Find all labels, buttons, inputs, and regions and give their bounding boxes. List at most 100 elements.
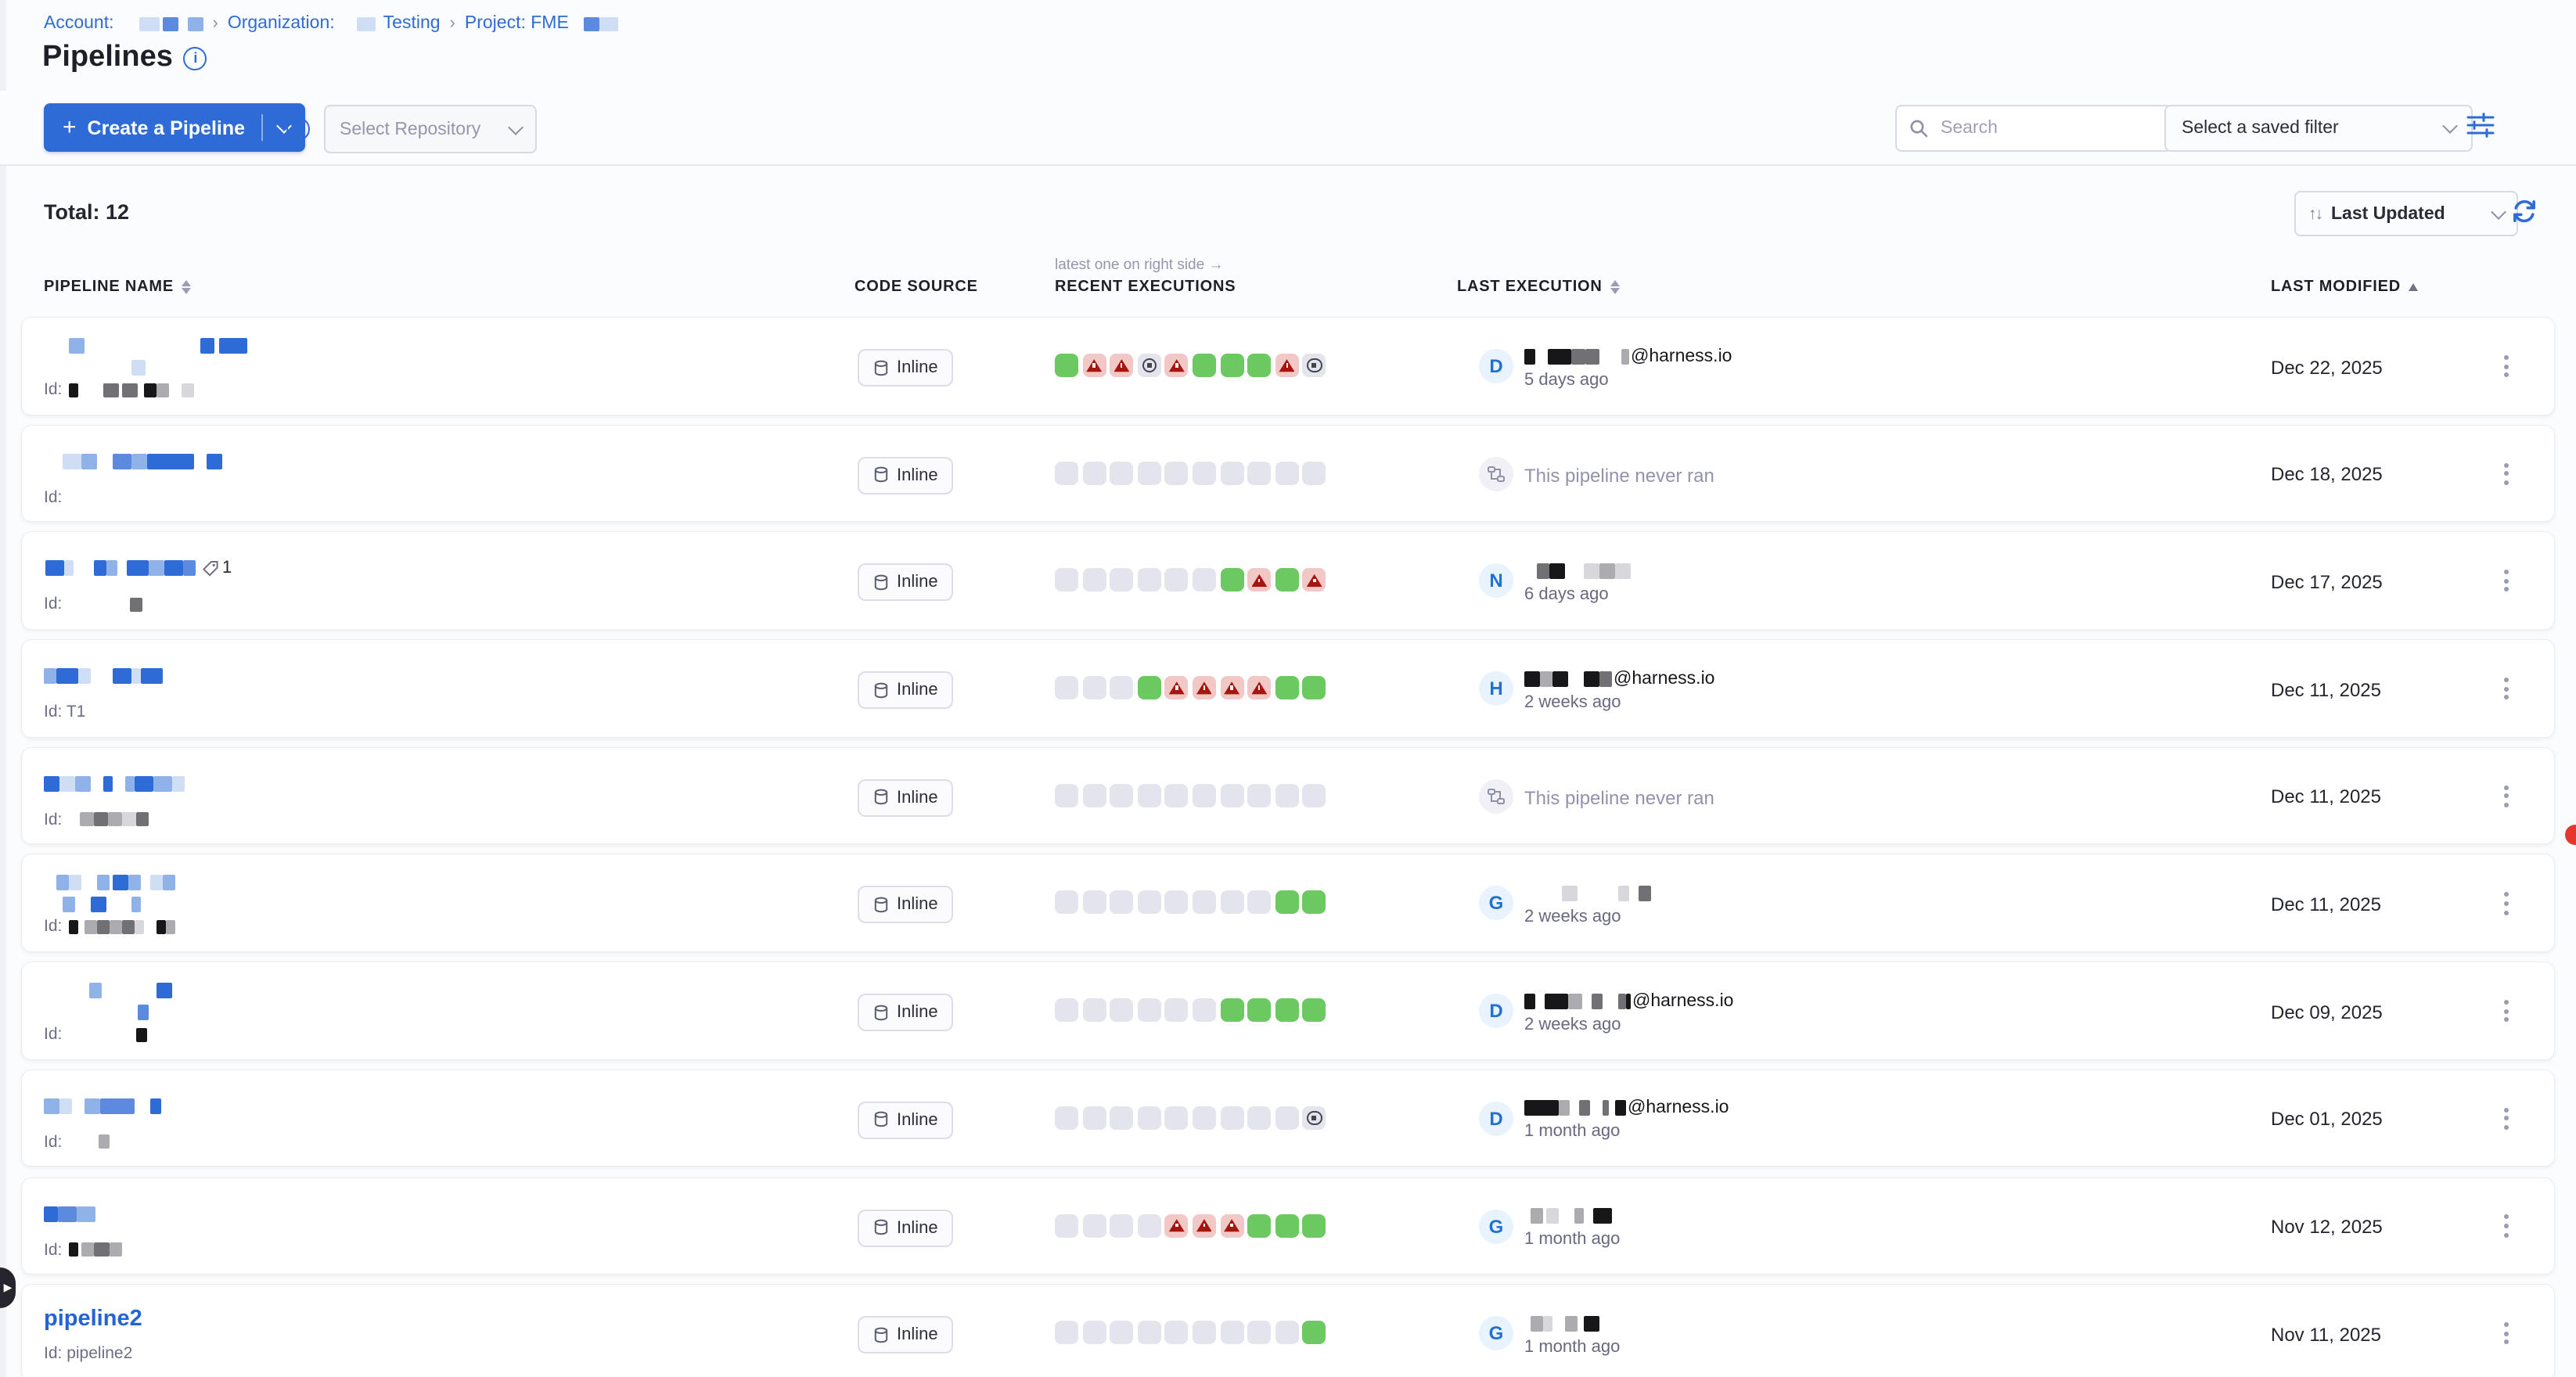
execution-status-aborted[interactable] bbox=[1138, 354, 1161, 377]
execution-status-success[interactable] bbox=[1220, 998, 1243, 1022]
pipeline-row[interactable]: Id: Inline D@harness.io1 month ago Dec 0… bbox=[22, 1070, 2554, 1167]
info-icon[interactable]: i bbox=[184, 46, 207, 70]
pipeline-row[interactable]: Id: Inline D@harness.io2 weeks ago Dec 0… bbox=[22, 962, 2554, 1059]
pipeline-name-redacted[interactable] bbox=[44, 360, 146, 376]
code-source-badge: Inline bbox=[858, 779, 954, 817]
pipeline-name-redacted[interactable] bbox=[44, 776, 185, 792]
execution-status-empty bbox=[1193, 1106, 1216, 1130]
code-source-badge: Inline bbox=[858, 1316, 954, 1354]
pipeline-row[interactable]: pipeline2 Id: pipeline2 Inline G1 month … bbox=[22, 1285, 2554, 1377]
execution-status-failed[interactable] bbox=[1082, 354, 1106, 377]
execution-status-empty bbox=[1110, 569, 1133, 592]
execution-status-failed[interactable] bbox=[1165, 1213, 1189, 1237]
sort-select[interactable]: ↑↓ Last Updated bbox=[2294, 191, 2518, 236]
execution-status-failed[interactable] bbox=[1220, 1213, 1243, 1237]
breadcrumb-account-link[interactable]: Account: bbox=[44, 14, 114, 33]
execution-status-success[interactable] bbox=[1303, 1321, 1326, 1344]
execution-status-failed[interactable] bbox=[1165, 676, 1189, 699]
execution-status-success[interactable] bbox=[1303, 676, 1326, 699]
row-menu-button[interactable] bbox=[2490, 668, 2521, 709]
row-menu-button[interactable] bbox=[2490, 346, 2521, 386]
execution-status-failed[interactable] bbox=[1220, 676, 1243, 699]
redacted-text-block bbox=[44, 1206, 58, 1221]
execution-status-success[interactable] bbox=[1275, 1213, 1299, 1237]
execution-status-success[interactable] bbox=[1193, 354, 1216, 377]
repository-select[interactable]: Select Repository bbox=[324, 105, 537, 153]
execution-status-failed[interactable] bbox=[1247, 676, 1271, 699]
pipeline-row[interactable]: 1 Id: Inline N6 days ago Dec 17, 2025 bbox=[22, 533, 2554, 629]
pipeline-name-redacted[interactable] bbox=[44, 668, 163, 684]
execution-status-success[interactable] bbox=[1275, 569, 1299, 592]
pipeline-name-redacted[interactable] bbox=[44, 1206, 95, 1221]
row-menu-button[interactable] bbox=[2490, 561, 2521, 602]
pipeline-row[interactable]: Id: Inline This pipeline never ran Dec 1… bbox=[22, 748, 2554, 844]
row-menu-button[interactable] bbox=[2490, 1313, 2521, 1354]
panel-expand-handle[interactable]: ▶ bbox=[0, 1267, 16, 1308]
execution-status-success[interactable] bbox=[1303, 1213, 1326, 1237]
row-menu-button[interactable] bbox=[2490, 1098, 2521, 1139]
execution-status-failed[interactable] bbox=[1247, 569, 1271, 592]
execution-status-success[interactable] bbox=[1247, 998, 1271, 1022]
saved-filter-select[interactable]: Select a saved filter bbox=[2164, 105, 2473, 152]
pipeline-row[interactable]: Id: Inline D@harness.io5 days ago Dec 22… bbox=[22, 318, 2554, 414]
pipeline-avatar bbox=[1479, 779, 1513, 814]
execution-status-success[interactable] bbox=[1220, 569, 1243, 592]
execution-status-empty bbox=[1138, 891, 1161, 915]
execution-status-failed[interactable] bbox=[1275, 354, 1299, 377]
execution-status-success[interactable] bbox=[1303, 998, 1326, 1022]
header-last-modified[interactable]: LAST MODIFIED bbox=[2271, 279, 2418, 296]
pipeline-name-redacted[interactable] bbox=[44, 1005, 149, 1020]
redacted-text-block bbox=[1599, 671, 1612, 686]
execution-status-success[interactable] bbox=[1055, 354, 1078, 377]
pipeline-name-redacted[interactable] bbox=[44, 1098, 161, 1114]
redacted-text-block bbox=[59, 1098, 72, 1114]
filter-icon[interactable] bbox=[2466, 113, 2495, 138]
execution-status-aborted[interactable] bbox=[1303, 1106, 1326, 1130]
user-email-domain: @harness.io bbox=[1614, 669, 1714, 688]
info-icon[interactable]: i bbox=[286, 117, 310, 141]
execution-status-success[interactable] bbox=[1247, 1213, 1271, 1237]
breadcrumb-org-link[interactable]: Organization: bbox=[228, 14, 335, 33]
never-ran-text: This pipeline never ran bbox=[1524, 787, 1714, 809]
pipeline-name-redacted[interactable] bbox=[44, 897, 141, 913]
row-menu-button[interactable] bbox=[2490, 1206, 2521, 1246]
pipeline-name-redacted[interactable] bbox=[44, 983, 172, 998]
execution-status-aborted[interactable] bbox=[1303, 354, 1326, 377]
execution-status-failed[interactable] bbox=[1165, 354, 1189, 377]
row-menu-button[interactable] bbox=[2490, 453, 2521, 494]
header-last-execution[interactable]: LAST EXECUTION bbox=[1457, 279, 1620, 296]
search-input[interactable] bbox=[1937, 117, 2158, 139]
pipeline-name-redacted[interactable] bbox=[44, 875, 175, 891]
row-menu-button[interactable] bbox=[2490, 776, 2521, 817]
execution-status-empty bbox=[1055, 998, 1078, 1022]
pipeline-row[interactable]: Id: Inline G1 month ago Nov 12, 2025 bbox=[22, 1177, 2554, 1274]
redacted-text-block bbox=[56, 875, 69, 891]
execution-status-success[interactable] bbox=[1275, 998, 1299, 1022]
execution-status-failed[interactable] bbox=[1193, 676, 1216, 699]
redacted-text-block bbox=[121, 383, 137, 397]
row-menu-button[interactable] bbox=[2490, 883, 2521, 924]
row-menu-button[interactable] bbox=[2490, 991, 2521, 1031]
refresh-button[interactable] bbox=[2510, 197, 2538, 225]
pipeline-name-redacted[interactable]: 1 bbox=[44, 561, 232, 577]
pipeline-name-link[interactable]: pipeline2 bbox=[44, 1307, 142, 1332]
breadcrumb-org-name[interactable]: Testing bbox=[383, 14, 441, 33]
pipeline-row[interactable]: Id: Inline This pipeline never ran Dec 1… bbox=[22, 425, 2554, 521]
create-pipeline-button[interactable]: + Create a Pipeline bbox=[44, 103, 304, 152]
pipeline-row[interactable]: Id: T1 Inline H@harness.io2 weeks ago De… bbox=[22, 640, 2554, 736]
execution-status-success[interactable] bbox=[1275, 676, 1299, 699]
redacted-text-block bbox=[93, 1242, 109, 1257]
header-pipeline-name[interactable]: PIPELINE NAME bbox=[44, 279, 191, 296]
execution-status-success[interactable] bbox=[1247, 354, 1271, 377]
breadcrumb-project-link[interactable]: Project: FME bbox=[465, 14, 569, 33]
pipeline-name-redacted[interactable] bbox=[44, 338, 247, 354]
execution-status-success[interactable] bbox=[1138, 676, 1161, 699]
execution-status-success[interactable] bbox=[1275, 891, 1299, 915]
execution-status-failed[interactable] bbox=[1110, 354, 1133, 377]
execution-status-success[interactable] bbox=[1220, 354, 1243, 377]
pipeline-name-redacted[interactable] bbox=[44, 453, 222, 469]
execution-status-success[interactable] bbox=[1303, 891, 1326, 915]
execution-status-failed[interactable] bbox=[1303, 569, 1326, 592]
execution-status-failed[interactable] bbox=[1193, 1213, 1216, 1237]
pipeline-row[interactable]: Id: Inline G2 weeks ago Dec 11, 2025 bbox=[22, 855, 2554, 951]
